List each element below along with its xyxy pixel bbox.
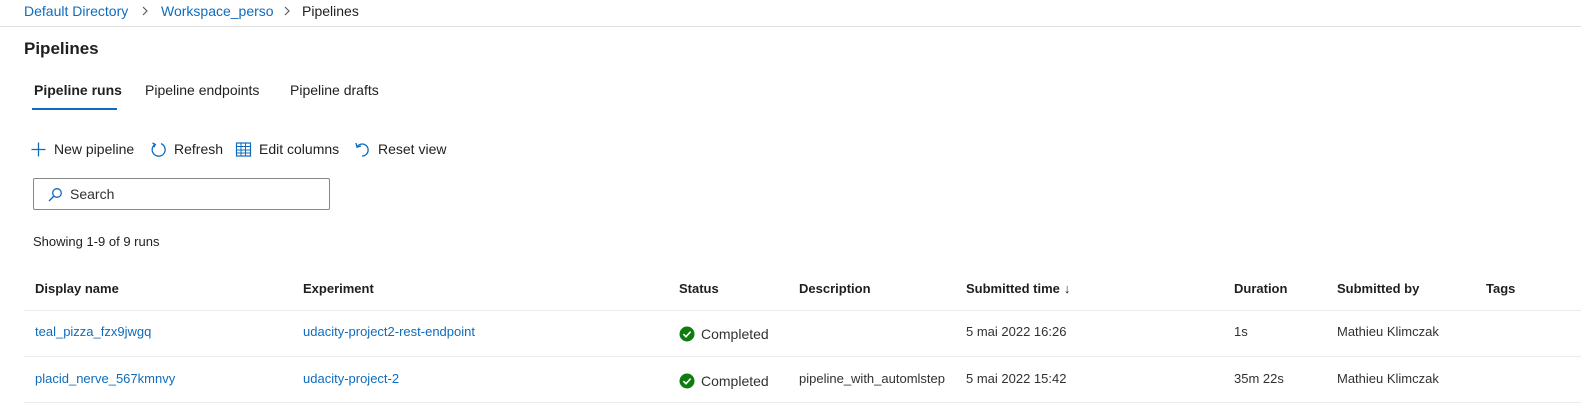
run-display-name-link[interactable]: placid_nerve_567kmnvy	[35, 371, 175, 386]
duration-cell: 1s	[1234, 324, 1248, 339]
new-pipeline-button[interactable]: New pipeline	[30, 139, 134, 159]
status-label: Completed	[701, 326, 769, 342]
submitted-time-cell: 5 mai 2022 16:26	[966, 324, 1067, 339]
status-badge: Completed	[679, 373, 769, 389]
column-header-tags[interactable]: Tags	[1486, 281, 1515, 296]
table-icon	[235, 141, 252, 157]
column-header-submitted-time-label: Submitted time	[966, 281, 1060, 296]
check-circle-icon	[679, 373, 695, 389]
status-label: Completed	[701, 373, 769, 389]
description-cell: pipeline_with_automlstep	[799, 371, 945, 386]
sort-descending-icon: ↓	[1063, 281, 1071, 296]
table-row[interactable]: teal_pizza_fzx9jwgq udacity-project2-res…	[24, 311, 1581, 357]
status-badge: Completed	[679, 326, 769, 342]
column-header-submitted-time[interactable]: Submitted time ↓	[966, 281, 1070, 296]
check-circle-icon	[679, 326, 695, 342]
column-header-description[interactable]: Description	[799, 281, 871, 296]
reset-icon	[355, 142, 369, 157]
reset-view-label: Reset view	[378, 141, 447, 157]
submitted-by-cell: Mathieu Klimczak	[1337, 324, 1439, 339]
edit-columns-button[interactable]: Edit columns	[235, 139, 339, 159]
breadcrumb-item-pipelines: Pipelines	[302, 3, 359, 19]
new-pipeline-label: New pipeline	[54, 141, 135, 157]
table-row[interactable]: placid_nerve_567kmnvy udacity-project-2 …	[24, 357, 1581, 403]
tab-pipeline-runs[interactable]: Pipeline runs	[34, 82, 122, 98]
add-icon	[31, 142, 46, 156]
refresh-icon	[151, 141, 166, 157]
results-count: Showing 1-9 of 9 runs	[33, 234, 160, 249]
refresh-label: Refresh	[174, 141, 224, 157]
column-header-display-name[interactable]: Display name	[35, 281, 119, 296]
search-input[interactable]	[70, 184, 320, 204]
tab-pipeline-endpoints[interactable]: Pipeline endpoints	[145, 82, 259, 98]
chevron-right-icon	[284, 6, 290, 16]
run-display-name-link[interactable]: teal_pizza_fzx9jwgq	[35, 324, 151, 339]
breadcrumb-item-workspace[interactable]: Workspace_perso	[161, 3, 274, 19]
column-header-experiment[interactable]: Experiment	[303, 281, 374, 296]
reset-view-button[interactable]: Reset view	[354, 139, 446, 159]
search-icon	[48, 188, 62, 202]
submitted-by-cell: Mathieu Klimczak	[1337, 371, 1439, 386]
chevron-right-icon	[142, 6, 148, 16]
column-header-status[interactable]: Status	[679, 281, 719, 296]
duration-cell: 35m 22s	[1234, 371, 1284, 386]
breadcrumb-item-default-directory[interactable]: Default Directory	[24, 3, 128, 19]
tab-pipeline-drafts[interactable]: Pipeline drafts	[290, 82, 379, 98]
page-title: Pipelines	[24, 39, 99, 58]
search-box[interactable]	[33, 178, 330, 210]
active-tab-indicator	[32, 108, 117, 110]
experiment-link[interactable]: udacity-project-2	[303, 371, 399, 386]
column-header-submitted-by[interactable]: Submitted by	[1337, 281, 1419, 296]
experiment-link[interactable]: udacity-project2-rest-endpoint	[303, 324, 475, 339]
refresh-button[interactable]: Refresh	[150, 139, 223, 159]
column-header-duration[interactable]: Duration	[1234, 281, 1287, 296]
submitted-time-cell: 5 mai 2022 15:42	[966, 371, 1067, 386]
edit-columns-label: Edit columns	[259, 141, 340, 157]
breadcrumb: Default Directory Workspace_perso Pipeli…	[0, 0, 1581, 27]
